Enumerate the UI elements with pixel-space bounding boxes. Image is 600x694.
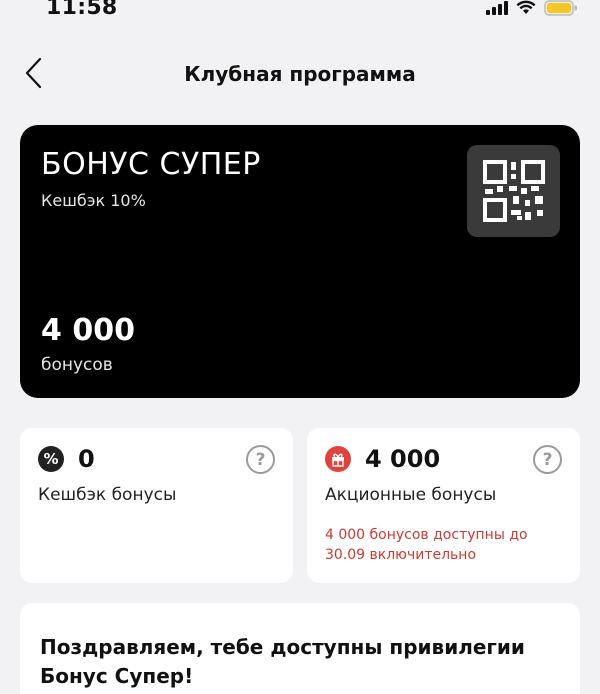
promo-bonus-value: 4 000 xyxy=(365,445,441,473)
cashback-bonus-label: Кешбэк бонусы xyxy=(38,485,177,505)
status-bar: 11:58 xyxy=(0,0,600,22)
status-icons xyxy=(486,0,578,18)
status-time: 11:58 xyxy=(46,0,118,20)
card-bonus-unit: бонусов xyxy=(41,355,113,375)
promo-bonus-label: Акционные бонусы xyxy=(325,485,497,505)
card-name: БОНУС СУПЕР xyxy=(41,147,261,182)
gift-icon xyxy=(325,446,351,472)
percent-icon: % xyxy=(38,446,64,472)
cashback-help-button[interactable]: ? xyxy=(246,445,275,474)
qr-code-icon xyxy=(482,160,545,222)
nav-bar: Клубная программа xyxy=(0,50,600,100)
cashback-bonus-value: 0 xyxy=(78,445,95,473)
qr-button[interactable] xyxy=(467,145,560,237)
promo-help-button[interactable]: ? xyxy=(533,445,562,474)
card-bonus-amount: 4 000 xyxy=(41,313,135,348)
privileges-message: Поздравляем, тебе доступны привилегии Бо… xyxy=(40,635,525,688)
cashback-bonus-tile[interactable]: % 0 ? Кешбэк бонусы xyxy=(20,428,293,583)
wifi-icon xyxy=(516,0,536,15)
page-title: Клубная программа xyxy=(184,62,416,86)
signal-icon xyxy=(486,0,508,15)
battery-icon xyxy=(544,0,578,16)
privileges-card[interactable]: Поздравляем, тебе доступны привилегии Бо… xyxy=(20,603,580,694)
card-cashback: Кешбэк 10% xyxy=(41,191,146,210)
club-card[interactable]: БОНУС СУПЕР Кешбэк 10% 4 000 бонусов xyxy=(20,125,580,398)
promo-bonus-expiry-note: 4 000 бонусов доступны до 30.09 включите… xyxy=(325,527,528,563)
promo-bonus-tile[interactable]: 4 000 ? Акционные бонусы 4 000 бонусов д… xyxy=(307,428,580,583)
